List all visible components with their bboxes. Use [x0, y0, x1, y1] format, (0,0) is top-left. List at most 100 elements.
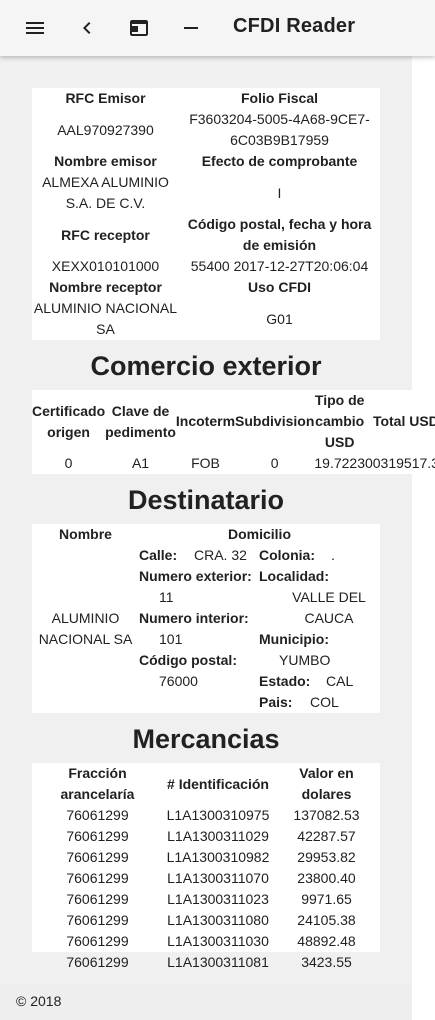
comercio-cell: 0 [270, 455, 279, 471]
pais-field: Pais: [259, 692, 292, 713]
table-row: 76061299 L1A1300311029 42287.57 [32, 826, 380, 847]
table-row: 76061299 L1A1300311081 3423.55 [32, 952, 380, 973]
app-bar: CFDI Reader [0, 0, 435, 56]
num-ext-value: 11 [159, 589, 174, 605]
efecto-label: Efecto de comprobante [201, 153, 358, 169]
estado-label: Estado: [259, 673, 311, 689]
rfc-receptor-label: RFC receptor [61, 226, 150, 243]
mercancias-table: Fracción arancelaría # Identificación Va… [32, 763, 380, 973]
efecto-value: I [277, 184, 282, 201]
mercancias-cell: 76061299 [66, 954, 129, 970]
cp-field: Código postal: [139, 650, 237, 671]
mercancias-cell: 48892.48 [297, 933, 356, 949]
num-int-field: Numero interior: [139, 608, 249, 629]
colonia-field: Colonia: [259, 545, 315, 566]
table-row: 76061299 L1A1300310975 137082.53 [32, 805, 380, 826]
mercancias-header: Fracción arancelaría [60, 765, 135, 802]
pais-label: Pais: [259, 694, 293, 710]
table-row: 76061299 L1A1300311030 48892.48 [32, 931, 380, 952]
localidad-label: Localidad: [259, 568, 330, 584]
web-asset-icon[interactable] [127, 16, 151, 40]
mercancias-cell: 3423.55 [301, 954, 352, 970]
colonia-value: . [331, 547, 335, 563]
table-row: 76061299 L1A1300310982 29953.82 [32, 847, 380, 868]
colonia-label: Colonia: [259, 547, 315, 563]
calle-field: Calle: [139, 545, 177, 566]
folio-label: Folio Fiscal [240, 90, 318, 106]
destinatario-title: Destinatario [127, 485, 285, 515]
mercancias-header: Valor en dolares [299, 765, 354, 802]
comercio-table: Certificado origen Clave de pedimento In… [32, 390, 435, 474]
localidad-value: VALLE DEL CAUCA [292, 589, 366, 626]
nombre-receptor-label: Nombre receptor [49, 279, 162, 295]
municipio-label: Municipio: [259, 631, 329, 647]
mercancias-cell: 76061299 [66, 912, 129, 928]
mercancias-title: Mercancias [132, 724, 280, 754]
menu-icon[interactable] [23, 16, 47, 40]
footer: © 2018 [0, 984, 412, 1020]
mercancias-cell: 76061299 [66, 849, 129, 865]
num-ext-field: Numero exterior: [139, 566, 252, 587]
domicilio-label: Domicilio [227, 526, 291, 542]
table-row: 76061299 L1A1300311080 24105.38 [32, 910, 380, 931]
num-int-value: 101 [159, 631, 183, 647]
mercancias-cell: 76061299 [66, 870, 129, 886]
copyright-text: © 2018 [16, 993, 62, 1009]
comprobante-card: RFC Emisor Folio Fiscal AAL970927390 F36… [32, 88, 380, 340]
nombre-emisor-label: Nombre emisor [54, 153, 157, 169]
mercancias-cell: L1A1300311029 [167, 828, 269, 844]
rfc-emisor-value: AAL970927390 [57, 121, 154, 138]
table-row: 76061299 L1A1300311023 9971.65 [32, 889, 380, 910]
table-row: 76061299 L1A1300311070 23800.40 [32, 868, 380, 889]
mercancias-header: # Identificación [167, 775, 269, 792]
cp-fecha-value: 55400 2017-12-27T20:06:04 [190, 258, 369, 274]
mercancias-cell: L1A1300311070 [167, 870, 269, 886]
comercio-cell: 19.7223 [314, 455, 365, 471]
comercio-header: Certificado origen [32, 402, 106, 440]
mercancias-cell: L1A1300310982 [166, 849, 270, 865]
comercio-cell: A1 [131, 455, 150, 471]
app-title: CFDI Reader [233, 15, 356, 37]
mercancias-body: 76061299 L1A1300310975 137082.53 76061299 L1… [32, 805, 380, 973]
localidad-field: Localidad: [259, 566, 329, 587]
mercancias-cell: L1A1300311030 [167, 933, 269, 949]
mercancias-cell: L1A1300311081 [167, 954, 269, 970]
destinatario-card: Nombre ALUMINIO NACIONAL SA Domicilio Ca… [32, 524, 380, 713]
rfc-receptor-value: XEXX010101000 [51, 258, 160, 274]
comercio-cell: 0 [64, 455, 73, 471]
destinatario-nombre-label: Nombre [59, 526, 112, 542]
num-ext-label: Numero exterior: [139, 568, 252, 584]
chevron-left-icon[interactable] [75, 16, 99, 40]
comercio-header: Total USD [372, 413, 435, 429]
calle-label: Calle: [139, 547, 178, 563]
comercio-header: Tipo de cambio USD [314, 392, 365, 450]
mercancias-cell: L1A1300311080 [167, 912, 269, 928]
comercio-header: Incoterm [175, 413, 236, 429]
nombre-emisor-value: ALMEXA ALUMINIO S.A. DE C.V. [42, 174, 169, 211]
uso-cfdi-label: Uso CFDI [248, 279, 311, 295]
cp-label: Código postal: [139, 652, 237, 668]
comercio-header: Subdivision [235, 413, 315, 429]
comercio-cell: FOB [191, 455, 220, 471]
mercancias-cell: 76061299 [66, 807, 129, 823]
mercancias-cell: L1A1300311023 [167, 891, 269, 907]
municipio-value: YUMBO [279, 652, 331, 668]
destinatario-nombre-value: ALUMINIO NACIONAL SA [38, 610, 133, 647]
scrollbar-track[interactable] [412, 56, 435, 1020]
comercio-cell: 00319517.38 [364, 455, 435, 471]
municipio-field: Municipio: [259, 629, 329, 650]
mercancias-cell: 42287.57 [297, 828, 356, 844]
minimize-icon[interactable] [179, 16, 203, 40]
nombre-receptor-value: ALUMINIO NACIONAL SA [33, 300, 178, 337]
mercancias-cell: L1A1300310975 [166, 807, 270, 823]
mercancias-cell: 137082.53 [293, 807, 360, 823]
comercio-header: Clave de pedimento [105, 402, 176, 440]
estado-field: Estado: [259, 671, 310, 692]
cp-fecha-label: Código postal, fecha y hora de emisión [187, 216, 372, 253]
pais-value: COL [310, 694, 339, 710]
comercio-card: Certificado origen Clave de pedimento In… [32, 390, 435, 474]
num-int-label: Numero interior: [139, 610, 249, 626]
folio-value: F3603204-5005-4A68-9CE7-6C03B9B17959 [189, 111, 370, 148]
estado-value: CAL [326, 673, 354, 689]
mercancias-cell: 76061299 [66, 933, 129, 949]
